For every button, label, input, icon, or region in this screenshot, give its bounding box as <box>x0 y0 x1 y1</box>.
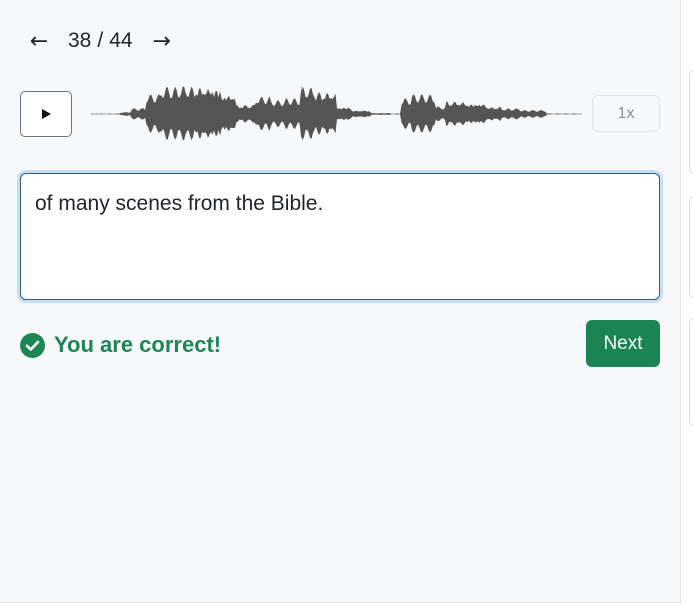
waveform-shape <box>91 86 582 141</box>
play-icon <box>42 109 51 119</box>
answer-field-focus-ring: of many scenes from the Bible. <box>17 170 663 303</box>
counter-separator: / <box>97 29 104 52</box>
total-count: 44 <box>109 29 133 52</box>
side-panel-tab[interactable] <box>689 196 693 298</box>
feedback-message: You are correct! <box>20 332 221 358</box>
exercise-counter: 38 / 44 <box>68 29 133 53</box>
play-button[interactable] <box>20 91 72 137</box>
arrow-left-icon[interactable]: ← <box>26 27 52 55</box>
answer-input[interactable]: of many scenes from the Bible. <box>20 173 660 300</box>
arrow-right-icon[interactable]: → <box>149 27 175 55</box>
next-button[interactable]: Next <box>586 320 660 367</box>
side-panel-tab[interactable] <box>689 318 693 426</box>
side-panel-tab[interactable] <box>689 70 693 174</box>
playback-speed-button[interactable]: 1x <box>592 95 660 132</box>
audio-waveform[interactable] <box>91 80 582 152</box>
feedback-text: You are correct! <box>54 332 222 357</box>
current-index: 38 <box>68 29 92 52</box>
check-circle-icon <box>20 332 45 358</box>
exercise-navigation: ← 38 / 44 → <box>26 26 175 56</box>
